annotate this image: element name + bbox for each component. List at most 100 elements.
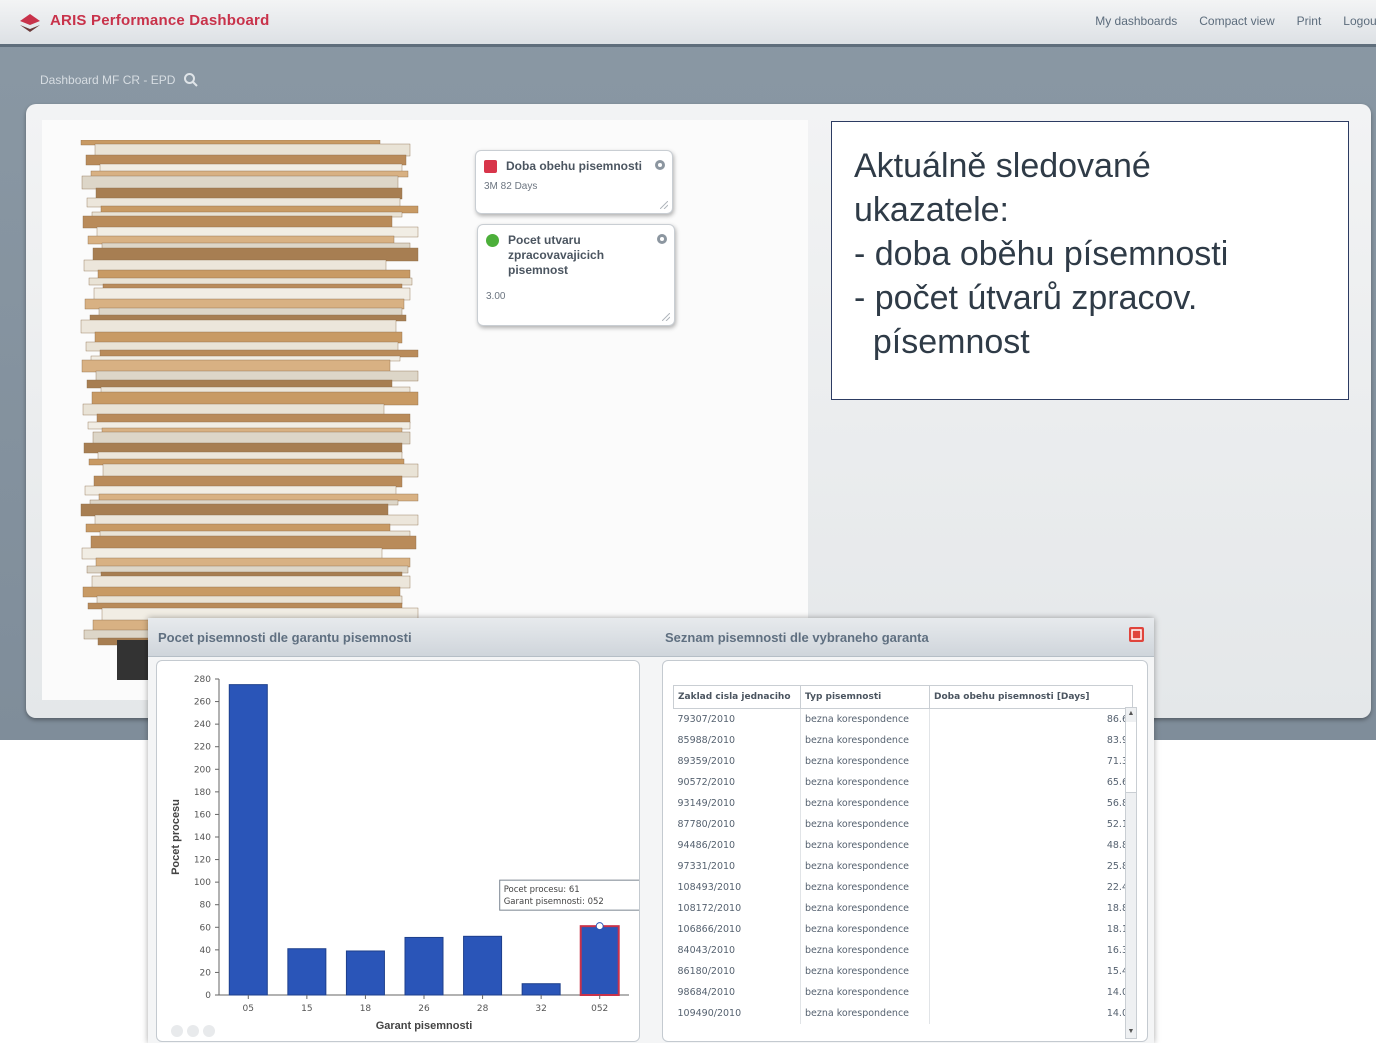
popup-header: Pocet pisemnosti dle garantu pisemnosti … (148, 618, 1154, 657)
y-tick-label: 280 (194, 675, 211, 685)
column-header[interactable]: Typ pisemnosti (800, 685, 930, 709)
y-tick-label: 220 (194, 743, 211, 753)
close-icon[interactable] (1129, 627, 1144, 642)
table-row[interactable]: 98684/2010 bezna korespondence 14.0 (673, 982, 1133, 1003)
bar-28[interactable] (463, 935, 503, 996)
y-tick-label: 0 (205, 991, 211, 1001)
note-line: písemnost (854, 323, 1030, 361)
nav-logout[interactable]: Logout (1343, 14, 1376, 28)
x-tick-label: 18 (360, 1004, 372, 1014)
duration-cell: 16.3 (929, 940, 1133, 961)
document-type-cell: bezna korespondence (800, 982, 930, 1003)
y-tick-label: 140 (194, 833, 211, 843)
nav-print[interactable]: Print (1297, 14, 1322, 28)
paper-stack-image (80, 140, 419, 680)
bar-052[interactable] (579, 925, 620, 996)
document-list-panel: Zaklad cisla jednaciho Typ pisemnosti Do… (662, 660, 1148, 1042)
document-number-cell: 94486/2010 (673, 835, 801, 856)
duration-cell: 83.9 (929, 730, 1133, 751)
annotation-box: Aktuálně sledované ukazatele: - doba obě… (831, 121, 1349, 400)
breadcrumb: Dashboard MF CR - EPD (40, 73, 176, 87)
duration-cell: 25.8 (929, 856, 1133, 877)
document-type-cell: bezna korespondence (800, 1003, 930, 1024)
document-type-cell: bezna korespondence (800, 835, 930, 856)
chart-controls (171, 1025, 215, 1037)
kpi-value: 3.00 (486, 291, 506, 302)
table-row[interactable]: 106866/2010 bezna korespondence 18.1 (673, 919, 1133, 940)
document-number-cell: 90572/2010 (673, 772, 801, 793)
table-row[interactable]: 79307/2010 bezna korespondence 86.6 (673, 708, 1133, 730)
bar-chart: 0 20 40 60 80 100 120 140 160 180 200 220 240 260 280 0… (170, 675, 639, 1032)
y-tick-label: 40 (200, 946, 212, 956)
y-tick-label: 60 (200, 923, 212, 933)
table-panel-title: Seznam pisemnosti dle vybraneho garanta (665, 630, 929, 645)
table-row[interactable]: 87780/2010 bezna korespondence 52.1 (673, 814, 1133, 835)
kpi-widget-doba-obehu[interactable]: Doba obehu pisemnosti 3M 82 Days (475, 150, 673, 214)
document-number-cell: 108493/2010 (673, 877, 801, 898)
table-row[interactable]: 89359/2010 bezna korespondence 71.3 (673, 751, 1133, 772)
bar-26[interactable] (404, 936, 444, 996)
bar-chart-panel: 0 20 40 60 80 100 120 140 160 180 200 220 240 260 280 0… (156, 660, 640, 1042)
table-row[interactable]: 90572/2010 bezna korespondence 65.6 (673, 772, 1133, 793)
kpi-title: Doba obehu pisemnosti (506, 159, 643, 173)
x-axis-label: Garant pisemnosti (376, 1020, 473, 1032)
table-scrollbar[interactable]: ▲ ▼ (1125, 707, 1137, 1039)
document-number-cell: 84043/2010 (673, 940, 801, 961)
document-type-cell: bezna korespondence (800, 940, 930, 961)
table-row[interactable]: 84043/2010 bezna korespondence 16.3 (673, 940, 1133, 961)
column-header[interactable]: Zaklad cisla jednaciho (673, 685, 801, 709)
nav-my-dashboards[interactable]: My dashboards (1095, 14, 1177, 28)
table-row[interactable]: 86180/2010 bezna korespondence 15.4 (673, 961, 1133, 982)
duration-cell: 14.0 (929, 1003, 1133, 1024)
tooltip-line: Pocet procesu: 61 (504, 885, 580, 895)
table-row[interactable]: 108172/2010 bezna korespondence 18.8 (673, 898, 1133, 919)
document-number-cell: 89359/2010 (673, 751, 801, 772)
table-row[interactable]: 94486/2010 bezna korespondence 48.8 (673, 835, 1133, 856)
selected-point-marker (595, 922, 604, 931)
table-row[interactable]: 109490/2010 bezna korespondence 14.0 (673, 1003, 1133, 1024)
chart-control-button[interactable] (187, 1025, 199, 1037)
document-number-cell: 93149/2010 (673, 793, 801, 814)
column-header[interactable]: Doba obehu pisemnosti [Days] (929, 685, 1133, 709)
bar-18[interactable] (345, 950, 385, 996)
document-number-cell: 79307/2010 (673, 708, 801, 730)
document-number-cell: 108172/2010 (673, 898, 801, 919)
scroll-thumb[interactable] (1126, 722, 1136, 793)
x-tick-label: 26 (418, 1004, 430, 1014)
y-tick-label: 200 (194, 765, 211, 775)
tooltip-line: Garant pisemnosti: 052 (504, 897, 604, 907)
gear-icon[interactable] (656, 233, 668, 245)
resize-handle-icon[interactable] (660, 201, 668, 209)
bar-15[interactable] (287, 948, 327, 996)
resize-handle-icon[interactable] (662, 313, 670, 321)
duration-cell: 18.8 (929, 898, 1133, 919)
bar-32[interactable] (521, 983, 561, 996)
nav-compact-view[interactable]: Compact view (1199, 14, 1274, 28)
note-line: - doba oběhu písemnosti (854, 235, 1229, 273)
duration-cell: 56.8 (929, 793, 1133, 814)
table-row[interactable]: 97331/2010 bezna korespondence 25.8 (673, 856, 1133, 877)
table-row[interactable]: 85988/2010 bezna korespondence 83.9 (673, 730, 1133, 751)
document-type-cell: bezna korespondence (800, 898, 930, 919)
document-type-cell: bezna korespondence (800, 961, 930, 982)
search-icon[interactable] (183, 72, 199, 88)
kpi-title: Pocet utvaru zpracovavajicich pisemnost (508, 233, 605, 277)
app-title: ARIS Performance Dashboard (50, 12, 270, 29)
document-type-cell: bezna korespondence (800, 772, 930, 793)
scroll-up-icon[interactable]: ▲ (1126, 708, 1136, 720)
bar-05[interactable] (228, 684, 268, 996)
scroll-down-icon[interactable]: ▼ (1126, 1026, 1136, 1038)
chart-control-button[interactable] (203, 1025, 215, 1037)
top-bar: ARIS Performance Dashboard My dashboards… (0, 0, 1376, 47)
note-line: Aktuálně sledované (854, 147, 1151, 185)
table-row[interactable]: 108493/2010 bezna korespondence 22.4 (673, 877, 1133, 898)
duration-cell: 71.3 (929, 751, 1133, 772)
kpi-widget-pocet-utvaru[interactable]: Pocet utvaru zpracovavajicich pisemnost … (477, 224, 675, 326)
table-row[interactable]: 93149/2010 bezna korespondence 56.8 (673, 793, 1133, 814)
table-header-row: Zaklad cisla jednaciho Typ pisemnosti Do… (673, 685, 1133, 709)
document-type-cell: bezna korespondence (800, 751, 930, 772)
document-number-cell: 87780/2010 (673, 814, 801, 835)
kpi-value: 3M 82 Days (484, 181, 538, 192)
gear-icon[interactable] (654, 159, 666, 171)
chart-control-button[interactable] (171, 1025, 183, 1037)
